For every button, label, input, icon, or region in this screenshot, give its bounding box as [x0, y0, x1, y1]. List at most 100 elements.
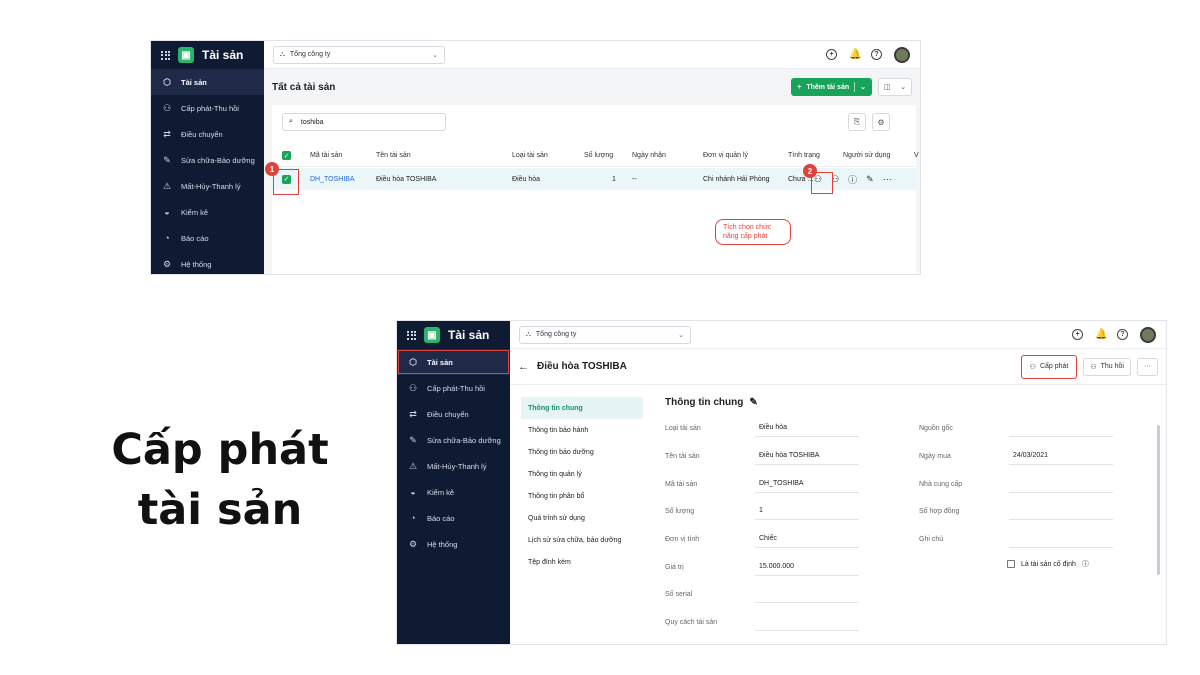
- subnav-maintenance[interactable]: Thông tin bảo dưỡng: [521, 441, 643, 463]
- user-assign-icon: ⚇: [408, 382, 418, 393]
- wrench-icon[interactable]: ✎: [866, 174, 874, 185]
- more-button[interactable]: ···: [1137, 357, 1158, 376]
- col-status[interactable]: Tình trạng: [788, 145, 820, 166]
- field-code: Mã tài sản DH_TOSHIBA: [665, 475, 859, 493]
- sidebar-item-assets[interactable]: ⬡ Tài sản: [397, 349, 510, 375]
- field-spec: Quy cách tài sản: [665, 613, 859, 631]
- field-qty: Số lượng 1: [665, 502, 859, 520]
- gear-icon: ⚙: [162, 258, 172, 269]
- asset-received: --: [632, 175, 637, 183]
- sidebar-item-assign[interactable]: ⚇ Cấp phát-Thu hồi: [397, 375, 510, 401]
- revoke-button[interactable]: ⚇ Thu hồi: [1083, 357, 1131, 376]
- col-code[interactable]: Mã tài sản: [310, 145, 342, 166]
- sidebar-item-system[interactable]: ⚙ Hệ thống: [151, 251, 264, 274]
- transfer-icon: ⇄: [409, 408, 417, 419]
- field-unit: Đơn vị tính Chiếc: [665, 530, 859, 548]
- search-icon: ⌕: [289, 118, 293, 125]
- asset-code-link[interactable]: DH_TOSHIBA: [310, 168, 355, 190]
- app-grid-icon[interactable]: [161, 50, 170, 60]
- search-input[interactable]: ⌕ toshiba: [282, 113, 446, 131]
- sidebar-item-inventory[interactable]: ◒ Kiểm kê: [397, 479, 510, 505]
- bell-icon[interactable]: 🔔: [849, 49, 861, 60]
- field-type: Loại tài sản Điều hòa: [665, 419, 859, 437]
- sidebar-item-assign[interactable]: ⚇ Cấp phát-Thu hồi: [151, 95, 264, 121]
- org-select[interactable]: ⛬ Tổng công ty ⌄: [273, 45, 445, 64]
- subnav-repair-history[interactable]: Lịch sử sửa chữa, bảo dưỡng: [521, 529, 643, 551]
- assign-callout: Tích chọn chức năng cấp phát: [715, 219, 791, 245]
- assign-button[interactable]: ⚇ Cấp phát: [1020, 354, 1078, 379]
- subnav-attachments[interactable]: Tệp đính kèm: [521, 551, 643, 573]
- avatar[interactable]: [894, 46, 910, 63]
- field-supplier: Nhà cung cấp: [919, 475, 1113, 493]
- sidebar-item-reports[interactable]: ◔ Báo cáo: [397, 505, 510, 531]
- subnav-allocation[interactable]: Thông tin phân bổ: [521, 485, 643, 507]
- org-tree-icon: ⛬: [526, 330, 531, 338]
- view-toggle-button[interactable]: ◫ ⌄: [878, 78, 912, 96]
- pie-chart-icon: ◔: [410, 513, 416, 523]
- sidebar-item-reports[interactable]: ◔ Báo cáo: [151, 225, 264, 251]
- col-more[interactable]: V: [914, 145, 919, 166]
- topbar: ⛬ Tổng công ty ⌄ + 🔔 ?: [264, 41, 920, 69]
- org-select[interactable]: ⛬ Tổng công ty ⌄: [519, 325, 691, 344]
- inbox-icon: ◒: [410, 487, 416, 497]
- sidebar-item-dispose[interactable]: ⚠ Mất-Hủy-Thanh lý: [151, 173, 264, 199]
- sidebar-nav: ⬡ Tài sản ⚇ Cấp phát-Thu hồi ⇄ Điều chuyển …: [397, 349, 510, 557]
- detail-content: ← Điều hòa TOSHIBA ⚇ Cấp phát ⚇ Thu hồi …: [510, 349, 1166, 644]
- asset-unit: Chi nhánh Hải Phòng: [703, 175, 770, 183]
- col-type[interactable]: Loại tài sản: [512, 145, 548, 166]
- back-arrow-icon[interactable]: ←: [518, 361, 529, 373]
- more-icon[interactable]: ⋯: [883, 174, 892, 185]
- col-user[interactable]: Người sử dụng: [843, 145, 890, 166]
- brand: ▣ Tài sản: [397, 321, 510, 349]
- app-grid-icon[interactable]: [407, 330, 416, 340]
- help-icon[interactable]: ?: [871, 49, 882, 60]
- field-value: Giá trị 15.000.000: [665, 558, 859, 576]
- cube-logo-icon: ▣: [178, 47, 194, 63]
- subnav-warranty[interactable]: Thông tin bảo hành: [521, 419, 643, 441]
- col-received[interactable]: Ngày nhận: [632, 145, 666, 166]
- chevron-down-icon: ⌄: [432, 51, 438, 59]
- col-unit[interactable]: Đơn vị quản lý: [703, 145, 748, 166]
- subnav-management[interactable]: Thông tin quản lý: [521, 463, 643, 485]
- sidebar-item-transfer[interactable]: ⇄ Điều chuyển: [397, 401, 510, 427]
- sidebar: ▣ Tài sản ⬡ Tài sản ⚇ Cấp phát-Thu hồi ⇄ Đi…: [151, 41, 264, 274]
- help-icon[interactable]: ?: [1117, 329, 1128, 340]
- col-name[interactable]: Tên tài sản: [376, 145, 411, 166]
- fixed-asset-checkbox[interactable]: [1007, 560, 1015, 568]
- asset-name: Điều hòa TOSHIBA: [376, 175, 437, 183]
- bell-icon[interactable]: 🔔: [1095, 329, 1107, 340]
- sidebar-item-system[interactable]: ⚙ Hệ thống: [397, 531, 510, 557]
- plus-icon: +: [797, 83, 802, 91]
- step-marker-1: 1: [265, 162, 279, 176]
- edit-pencil-icon[interactable]: ✎: [749, 397, 757, 408]
- info-icon[interactable]: ⓘ: [848, 173, 857, 186]
- sidebar-item-dispose[interactable]: ⚠ Mất-Hủy-Thanh lý: [397, 453, 510, 479]
- info-icon[interactable]: ⓘ: [1082, 559, 1089, 569]
- user-assign-icon: ⚇: [162, 102, 172, 113]
- export-icon[interactable]: ⎘: [848, 113, 866, 131]
- field-contract: Số hợp đồng: [919, 502, 1113, 520]
- transfer-icon: ⇄: [163, 128, 171, 139]
- add-asset-button[interactable]: + Thêm tài sản ⌄: [791, 78, 872, 96]
- add-circle-icon[interactable]: +: [826, 49, 837, 60]
- scrollbar[interactable]: [1157, 425, 1160, 575]
- revoke-user-icon: ⚇: [1090, 363, 1097, 371]
- sidebar-item-repair[interactable]: ✎ Sửa chữa-Bảo dưỡng: [397, 427, 510, 453]
- subnav-usage[interactable]: Quá trình sử dụng: [521, 507, 643, 529]
- settings-icon[interactable]: ⚙: [872, 113, 890, 131]
- sidebar-item-repair[interactable]: ✎ Sửa chữa-Bảo dưỡng: [151, 147, 264, 173]
- sidebar-item-transfer[interactable]: ⇄ Điều chuyển: [151, 121, 264, 147]
- table-header: ✓ Mã tài sản Tên tài sản Loại tài sản Số…: [272, 145, 919, 167]
- col-qty[interactable]: Số lượng: [584, 145, 613, 166]
- sidebar-item-assets[interactable]: ⬡ Tài sản: [151, 69, 264, 95]
- add-circle-icon[interactable]: +: [1072, 329, 1083, 340]
- select-all-checkbox[interactable]: ✓: [282, 151, 291, 160]
- columns-icon: ◫: [883, 84, 891, 91]
- avatar[interactable]: [1140, 326, 1156, 343]
- cube-logo-icon: ▣: [424, 327, 440, 343]
- sidebar-item-inventory[interactable]: ◒ Kiểm kê: [151, 199, 264, 225]
- page-title: Tất cả tài sản: [272, 81, 336, 93]
- subnav-general[interactable]: Thông tin chung: [521, 397, 643, 419]
- wrench-icon: ✎: [409, 434, 417, 445]
- sidebar: ▣ Tài sản ⬡ Tài sản ⚇ Cấp phát-Thu hồi ⇄ Đi…: [397, 321, 510, 644]
